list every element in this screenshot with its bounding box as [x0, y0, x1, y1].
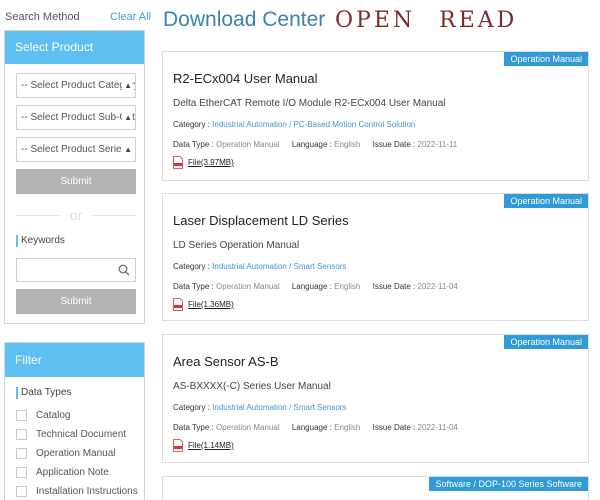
pdf-file-icon [173, 156, 183, 169]
pdf-file-icon [173, 439, 183, 452]
language-value: English [334, 140, 361, 149]
category-label: Category : [173, 403, 210, 412]
document-card: Operation Manual Area Sensor AS-B AS-BXX… [162, 334, 589, 463]
data-types-label: Data Types [16, 387, 71, 399]
document-subtitle: AS-BXXXX(-C) Series User Manual [173, 381, 331, 392]
document-category: Category : Industrial Automation / Smart… [173, 403, 346, 412]
checkbox[interactable] [16, 448, 27, 459]
language-value: English [334, 282, 361, 291]
keywords-label: Keywords [16, 235, 65, 247]
document-card: Operation Manual Laser Displacement LD S… [162, 193, 589, 321]
clear-all-link[interactable]: Clear All [110, 11, 151, 23]
select-product-panel: Select Product -- Select Product Categor… [4, 30, 145, 324]
pdf-file-icon [173, 298, 183, 311]
or-divider: or [16, 207, 136, 225]
data-type-label: Data Type : [173, 423, 214, 432]
language-label: Language : [291, 423, 332, 432]
language-label: Language : [291, 140, 332, 149]
issue-date-value: 2022-11-11 [417, 140, 458, 149]
filter-option-label: Installation Instructions [36, 486, 138, 497]
document-title[interactable]: Laser Displacement LD Series [173, 213, 349, 228]
filter-option-label: Application Note [36, 467, 109, 478]
document-type-tag: Operation Manual [504, 194, 588, 208]
category-link[interactable]: Industrial Automation / Smart Sensors [212, 262, 346, 271]
select-product-header: Select Product [5, 31, 144, 64]
checkbox[interactable] [16, 429, 27, 440]
product-subcategory-select[interactable]: -- Select Product Sub-Category ▲︎ [16, 105, 136, 130]
data-type-label: Data Type : [173, 140, 214, 149]
product-series-select[interactable]: -- Select Product Series ▲︎ [16, 137, 136, 162]
checkbox[interactable] [16, 410, 27, 421]
issue-date-label: Issue Date : [372, 423, 416, 432]
language-label: Language : [291, 282, 332, 291]
select-caret-icon: ▲︎ [122, 138, 132, 161]
product-submit-button[interactable]: Submit [16, 169, 136, 194]
document-title[interactable]: R2-ECx004 User Manual [173, 71, 318, 86]
search-icon[interactable] [118, 264, 130, 276]
file-download-link[interactable]: File(3.97MB) [188, 158, 234, 167]
category-link[interactable]: Industrial Automation / Smart Sensors [212, 403, 346, 412]
data-type-value: Operation Manual [216, 423, 280, 432]
search-method-label: Search Method [5, 11, 80, 23]
document-subtitle: Delta EtherCAT Remote I/O Module R2-ECx0… [173, 98, 446, 109]
page-title: Download Center [163, 8, 326, 31]
data-type-value: Operation Manual [216, 282, 280, 291]
category-label: Category : [173, 262, 210, 271]
divider-line [92, 215, 136, 216]
document-meta: Data Type : Operation Manual Language : … [173, 140, 457, 149]
product-category-select-value: -- Select Product Category [21, 80, 136, 91]
document-title[interactable]: Area Sensor AS-B [173, 354, 279, 369]
file-download-link[interactable]: File(1.14MB) [188, 441, 234, 450]
document-card: Operation Manual R2-ECx004 User Manual D… [162, 51, 589, 181]
filter-panel: Filter Data Types Catalog Technical Docu… [4, 342, 145, 500]
file-download-link[interactable]: File(1.36MB) [188, 300, 234, 309]
product-subcategory-select-value: -- Select Product Sub-Category [21, 112, 135, 123]
keywords-submit-button[interactable]: Submit [16, 289, 136, 314]
data-type-label: Data Type : [173, 282, 214, 291]
document-meta: Data Type : Operation Manual Language : … [173, 282, 458, 291]
data-type-value: Operation Manual [216, 140, 280, 149]
language-value: English [334, 423, 361, 432]
document-meta: Data Type : Operation Manual Language : … [173, 423, 458, 432]
issue-date-value: 2022-11-04 [417, 282, 458, 291]
select-caret-icon: ▲︎ [122, 106, 132, 129]
product-category-select[interactable]: -- Select Product Category ▲︎ [16, 73, 136, 98]
open-read-banner: OPEN READ [335, 8, 518, 33]
document-type-tag: Software / DOP-100 Series Software [429, 477, 588, 491]
issue-date-value: 2022-11-04 [417, 423, 458, 432]
document-subtitle: LD Series Operation Manual [173, 240, 300, 251]
document-category: Category : Industrial Automation / PC-Ba… [173, 120, 415, 129]
category-label: Category : [173, 120, 210, 129]
checkbox[interactable] [16, 467, 27, 478]
product-series-select-value: -- Select Product Series [21, 144, 127, 155]
document-type-tag: Operation Manual [504, 335, 588, 349]
document-type-tag: Operation Manual [504, 52, 588, 66]
filter-header: Filter [5, 343, 144, 377]
category-link[interactable]: Industrial Automation / PC-Based Motion … [212, 120, 415, 129]
filter-option-label: Technical Document [36, 429, 127, 440]
select-caret-icon: ▲︎ [122, 74, 132, 97]
document-category: Category : Industrial Automation / Smart… [173, 262, 346, 271]
document-card: Software / DOP-100 Series Software [162, 476, 589, 500]
checkbox[interactable] [16, 486, 27, 497]
filter-option-label: Catalog [36, 410, 71, 421]
filter-option-label: Operation Manual [36, 448, 116, 459]
issue-date-label: Issue Date : [372, 282, 416, 291]
issue-date-label: Issue Date : [372, 140, 416, 149]
